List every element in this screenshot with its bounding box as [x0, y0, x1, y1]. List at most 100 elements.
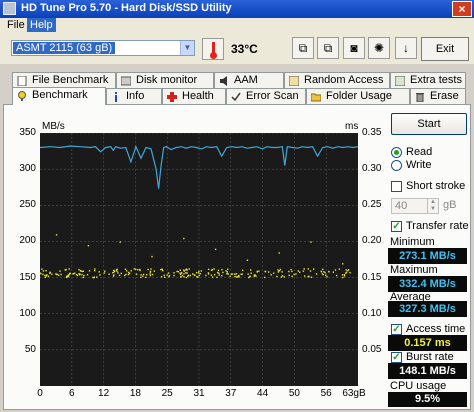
menu-file[interactable]: File [4, 18, 28, 32]
access-time-point [281, 271, 283, 273]
tab-aam[interactable]: AAM [214, 72, 284, 88]
access-time-point [199, 272, 202, 275]
tab-folder-usage[interactable]: Folder Usage [306, 88, 410, 104]
access-time-point [78, 274, 81, 276]
access-time-point [213, 273, 216, 276]
access-time-point [198, 274, 200, 277]
tab-random-access[interactable]: Random Access [284, 72, 390, 88]
access-time-point [249, 269, 252, 271]
access-time-point [147, 268, 149, 271]
access-time-point [234, 275, 236, 278]
access-time-point [60, 273, 62, 276]
benchmark-icon [18, 91, 26, 101]
access-time-point [112, 271, 114, 274]
access-time-point [145, 276, 147, 279]
access-time-point [249, 275, 251, 277]
access-time-point [277, 269, 279, 271]
tab-benchmark[interactable]: Benchmark [12, 87, 106, 105]
x-axis-tick: 56 [320, 388, 332, 399]
access-time-point [241, 269, 244, 272]
menu-help[interactable]: Help [27, 18, 56, 32]
access-time-point [343, 274, 346, 276]
access-time-point [127, 273, 130, 276]
access-time-label: Access time [406, 323, 466, 335]
access-time-point [65, 275, 68, 278]
access-time-point [56, 273, 58, 276]
access-time-outlier [183, 237, 185, 240]
toolbar: ASMT 2115 (63 gB) ▼ 33°C ⧉ ⧉ ◙ ✺ ↓ Exit [0, 32, 474, 64]
write-label: Write [406, 159, 432, 171]
burst-rate-label: Burst rate [406, 351, 454, 363]
download-icon[interactable]: ↓ [395, 37, 417, 59]
access-time-checkbox[interactable]: ✓ [391, 324, 402, 335]
access-time-point [72, 272, 75, 275]
write-radio[interactable] [391, 160, 402, 171]
access-time-outlier [87, 245, 90, 247]
access-time-point [192, 273, 194, 275]
tab-extra-tests[interactable]: Extra tests [390, 72, 466, 88]
extra-tests-icon [395, 76, 405, 86]
access-time-point [328, 270, 330, 273]
access-time-point [146, 273, 148, 276]
drive-select[interactable]: ASMT 2115 (63 gB) ▼ [11, 40, 195, 56]
access-time-point [195, 271, 198, 274]
close-button[interactable]: × [452, 1, 472, 17]
access-time-point [42, 270, 45, 272]
options-icon[interactable]: ✺ [368, 37, 390, 59]
read-radio[interactable] [391, 147, 402, 158]
access-time-point [125, 270, 128, 272]
start-button[interactable]: Start [391, 113, 467, 135]
access-time-point [86, 273, 89, 276]
access-time-point [139, 268, 141, 271]
right-axis-tick: 0.25 [362, 199, 382, 211]
right-axis-tick: 0.35 [362, 127, 382, 138]
tab-erase[interactable]: Erase [410, 88, 466, 104]
access-time-point [335, 274, 338, 277]
access-time-point [185, 272, 187, 274]
access-time-point [347, 269, 350, 271]
tab-disk-monitor[interactable]: Disk monitor [116, 72, 214, 88]
short-stroke-spinner[interactable]: 40 ▲ ▼ [391, 198, 439, 214]
access-time-point [94, 268, 96, 270]
tab-file-benchmark[interactable]: File Benchmark [12, 72, 116, 88]
copy-all-icon[interactable]: ⧉ [317, 37, 339, 59]
access-time-point [338, 268, 341, 270]
access-time-point [135, 268, 137, 271]
drive-select-value: ASMT 2115 (63 gB) [13, 42, 116, 54]
access-time-point [211, 268, 214, 271]
access-time-point [280, 276, 283, 278]
access-time-point [341, 274, 344, 276]
access-time-point [179, 273, 182, 275]
copy-icon[interactable]: ⧉ [292, 37, 314, 59]
access-time-point [151, 273, 154, 276]
access-time-point [41, 268, 43, 270]
tab-error-scan[interactable]: Error Scan [226, 88, 306, 104]
spinner-arrows-icon[interactable]: ▲ ▼ [427, 199, 438, 213]
cpu-usage-value: 9.5% [388, 392, 467, 407]
access-time-point [80, 270, 82, 272]
burst-rate-checkbox[interactable]: ✓ [391, 352, 402, 363]
tab-info[interactable]: Info [106, 88, 162, 104]
access-time-point [225, 270, 227, 272]
access-time-point [270, 274, 272, 276]
access-time-point [81, 270, 84, 273]
access-time-point [47, 275, 50, 277]
burst-rate-value: 148.1 MB/s [388, 363, 467, 379]
access-time-point [186, 272, 188, 274]
access-time-point [307, 276, 309, 278]
access-time-point [45, 270, 47, 272]
x-axis-tick: 50 [288, 388, 300, 399]
short-stroke-checkbox[interactable] [391, 181, 402, 192]
tab-health[interactable]: Health [162, 88, 226, 104]
title-bar: HD Tune Pro 5.70 - Hard Disk/SSD Utility… [0, 0, 474, 18]
camera-icon[interactable]: ◙ [343, 37, 365, 59]
chevron-down-icon[interactable]: ▼ [180, 41, 194, 55]
short-stroke-unit: gB [443, 199, 457, 211]
access-time-point [211, 276, 214, 278]
access-time-outlier [214, 248, 217, 251]
access-time-point [197, 272, 200, 274]
exit-button[interactable]: Exit [421, 37, 469, 61]
access-time-point [216, 276, 218, 279]
transfer-rate-checkbox[interactable]: ✓ [391, 221, 402, 232]
access-time-point [116, 268, 118, 271]
